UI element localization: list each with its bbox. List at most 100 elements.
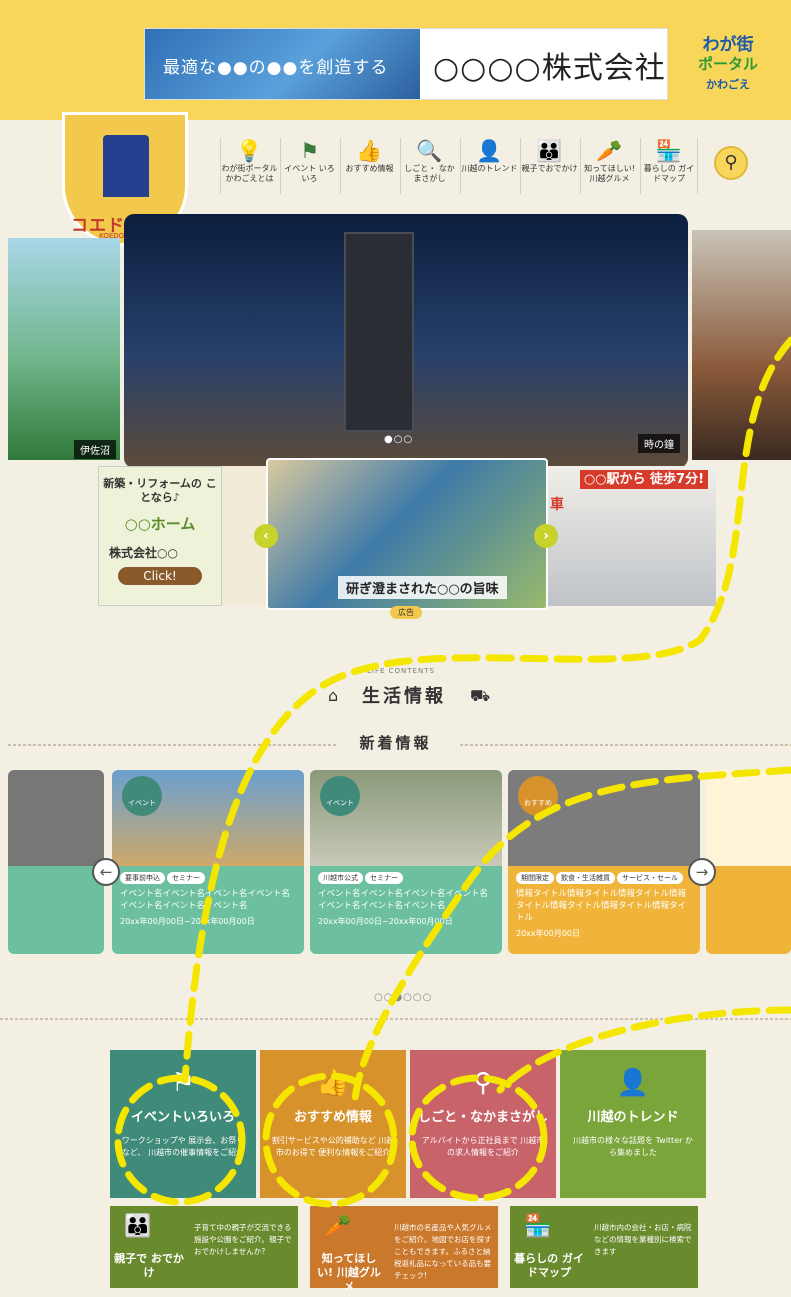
shop-icon: 🏪 bbox=[655, 139, 683, 163]
tile-title: 川越のトレンド bbox=[587, 1110, 679, 1125]
person-icon: 👤 bbox=[476, 139, 503, 163]
flag-icon: ⚑ bbox=[171, 1068, 195, 1098]
lightbulb-icon: 💡 bbox=[236, 139, 263, 163]
ad-car-station: ○○駅から 徒歩7分! bbox=[579, 470, 708, 489]
nav-jobs[interactable]: 🔍 しごと・ なかまさがし bbox=[400, 138, 458, 194]
ad-prev-button[interactable]: ‹ bbox=[254, 524, 278, 548]
card-body: 川越市公式 セミナー イベント名イベント名イベント名イベント名イベント名イベント名… bbox=[310, 866, 502, 954]
card-image bbox=[706, 770, 791, 866]
tile-gourmet[interactable]: 🥕 知ってほしい! 川越グルメ 川越市の名産品や人気グルメをご紹介。地図でお店を… bbox=[310, 1206, 498, 1293]
tile-desc: 割引サービスや公的補助など 川越市のお得で 便利な情報をご紹介 bbox=[271, 1136, 395, 1157]
news-card[interactable]: イベント 要事前申込 セミナー イベント名イベント名イベント名イベント名イベント名… bbox=[112, 770, 304, 954]
tile-jobs[interactable]: ⚲ しごと・なかまさがし アルバイトから正社員まで 川越市の求人情報をご紹介 bbox=[410, 1050, 556, 1198]
ad-click-button[interactable]: Click! bbox=[118, 567, 202, 585]
house-icon: ⌂ bbox=[328, 686, 339, 705]
card-badge: イベント bbox=[122, 776, 162, 816]
thumbs-up-icon: 👍 bbox=[356, 139, 383, 163]
hero-slide-prev[interactable]: 伊佐沼 bbox=[8, 238, 120, 460]
tile-recommend[interactable]: 👍 おすすめ情報 割引サービスや公的補助など 川越市のお得で 便利な情報をご紹介 bbox=[260, 1050, 406, 1198]
nav-label: 暮らしの ガイドマップ bbox=[643, 164, 695, 183]
chevron-right-icon: › bbox=[543, 528, 549, 544]
card-body: 要事前申込 セミナー イベント名イベント名イベント名イベント名イベント名イベント名… bbox=[112, 866, 304, 954]
family-icon: 👪 bbox=[536, 139, 563, 163]
banner-company: ○○○○株式会社 bbox=[433, 51, 666, 86]
nav-events[interactable]: ⚑ イベント いろいろ bbox=[280, 138, 338, 194]
card-title: イベント名イベント名イベント名イベント名イベント名イベント名イベント名 bbox=[318, 889, 489, 911]
news-prev-button[interactable]: ← bbox=[92, 858, 120, 886]
shop-icon: 🏪 bbox=[524, 1214, 552, 1239]
news-card-partial[interactable] bbox=[8, 770, 104, 954]
portal-logo-line3: かわごえ bbox=[706, 78, 750, 91]
ad-next-button[interactable]: › bbox=[534, 524, 558, 548]
nav-label: おすすめ情報 bbox=[345, 164, 394, 173]
nav-label: イベント いろいろ bbox=[284, 164, 335, 183]
tile-family[interactable]: 👪 親子で おでかけ 子育て中の親子が交流できる施設や公園をご紹介。親子でおでか… bbox=[110, 1206, 298, 1288]
portal-logo-line1: わが街 bbox=[702, 35, 754, 55]
tile-title: しごと・なかまさがし bbox=[417, 1110, 548, 1125]
tile-title: 親子で おでかけ bbox=[114, 1252, 184, 1279]
nav-about[interactable]: 💡 わが街ポータル かわごえとは bbox=[220, 138, 278, 194]
card-tag: サービス・セール bbox=[617, 872, 683, 884]
nav-family[interactable]: 👪 親子でおでかけ bbox=[520, 138, 578, 194]
search-button[interactable]: ⚲ bbox=[714, 146, 748, 180]
divider bbox=[0, 1018, 791, 1020]
news-card[interactable]: イベント 川越市公式 セミナー イベント名イベント名イベント名イベント名イベント名… bbox=[310, 770, 502, 954]
section-title: 生活情報 bbox=[362, 686, 446, 707]
card-tag: 川越市公式 bbox=[318, 872, 363, 884]
bell-tower-image bbox=[344, 232, 414, 432]
nav-label: しごと・ なかまさがし bbox=[404, 164, 455, 183]
card-title: 情報タイトル情報タイトル情報タイトル情報タイトル情報タイトル情報タイトル情報タイ… bbox=[516, 889, 687, 923]
carrot-icon: 🥕 bbox=[596, 139, 623, 163]
nav-gourmet[interactable]: 🥕 知ってほしい! 川越グルメ bbox=[580, 138, 638, 194]
hero-slide-next[interactable] bbox=[692, 230, 791, 460]
card-badge: イベント bbox=[320, 776, 360, 816]
hero-pagination[interactable]: ●○○ bbox=[384, 434, 413, 445]
portal-logo[interactable]: わが街 ポータル かわごえ bbox=[688, 30, 768, 100]
divider bbox=[8, 744, 338, 746]
card-tag: セミナー bbox=[365, 872, 403, 884]
ad-left[interactable]: 新築・リフォームの ことなら♪ ○○ホーム 株式会社○○ Click! bbox=[98, 466, 222, 606]
news-heading-text: 新着情報 bbox=[349, 734, 442, 752]
card-date: 20xx年00月00日~20xx年00月00日 bbox=[318, 917, 453, 926]
thumbs-up-icon: 👍 bbox=[316, 1068, 350, 1098]
news-next-button[interactable]: → bbox=[688, 858, 716, 886]
card-body: 期間限定 飲食・生活雑貨 サービス・セール 情報タイトル情報タイトル情報タイトル情報… bbox=[508, 866, 700, 954]
card-body bbox=[8, 866, 104, 954]
person-icon: 👤 bbox=[616, 1068, 650, 1098]
tile-trend[interactable]: 👤 川越のトレンド 川越市の様々な話題を Twitter から集めました bbox=[560, 1050, 706, 1198]
ad-main[interactable]: 研ぎ澄まされた○○の旨味 bbox=[266, 458, 548, 610]
ad-right[interactable]: 車 ○○駅から 徒歩7分! bbox=[548, 466, 716, 606]
nav-guidemap[interactable]: 🏪 暮らしの ガイドマップ bbox=[640, 138, 698, 194]
card-tag: 要事前申込 bbox=[120, 872, 165, 884]
nav-label: わが街ポータル かわごえとは bbox=[221, 164, 278, 183]
magnifier-icon: ⚲ bbox=[473, 1068, 493, 1098]
tile-desc: 子育て中の親子が交流できる施設や公園をご紹介。親子でおでかけしませんか? bbox=[194, 1223, 292, 1256]
card-body bbox=[706, 866, 791, 954]
ad-car-label: 車 bbox=[550, 497, 564, 513]
ad-left-company: 株式会社○○ bbox=[109, 546, 178, 560]
tile-events[interactable]: ⚑ イベントいろいろ ワークショップや 展示会、お祭りなど、 川越市の催事情報を… bbox=[110, 1050, 256, 1198]
tile-title: おすすめ情報 bbox=[293, 1110, 372, 1125]
tile-desc: 川越市の様々な話題を Twitter から集めました bbox=[573, 1136, 693, 1157]
news-card[interactable]: おすすめ 期間限定 飲食・生活雑貨 サービス・セール 情報タイトル情報タイトル情報タ… bbox=[508, 770, 700, 954]
card-date: 20xx年00月00日~20xx年00月00日 bbox=[120, 917, 255, 926]
search-icon: ⚲ bbox=[724, 152, 738, 173]
tile-desc: ワークショップや 展示会、お祭りなど、 川越市の催事情報をご紹介 bbox=[121, 1136, 245, 1157]
tile-desc: 川越市の名産品や人気グルメをご紹介。地図でお店を探すこともできます。ふるさと納税… bbox=[394, 1223, 492, 1280]
card-tag: セミナー bbox=[167, 872, 205, 884]
card-badge: おすすめ bbox=[518, 776, 558, 816]
news-pagination[interactable]: ○○●○○○ bbox=[374, 992, 432, 1003]
tile-desc: 川越市内の会社・お店・病院などの情報を業種別に検索できます bbox=[594, 1223, 692, 1256]
arrow-right-icon: → bbox=[695, 863, 709, 881]
hero-caption: 伊佐沼 bbox=[74, 440, 116, 459]
news-card-partial[interactable] bbox=[706, 770, 791, 954]
nav-recommend[interactable]: 👍 おすすめ情報 bbox=[340, 138, 398, 194]
nav-trend[interactable]: 👤 川越のトレンド bbox=[460, 138, 518, 194]
card-date: 20xx年00月00日 bbox=[516, 929, 581, 938]
card-title: イベント名イベント名イベント名イベント名イベント名イベント名イベント名 bbox=[120, 889, 291, 911]
nav-label: 親子でおでかけ bbox=[521, 164, 578, 173]
bell-tower-icon bbox=[103, 135, 149, 197]
hero-slide-main[interactable]: 時の鐘 bbox=[124, 214, 688, 468]
tile-guidemap[interactable]: 🏪 暮らしの ガイドマップ 川越市内の会社・お店・病院などの情報を業種別に検索で… bbox=[510, 1206, 698, 1288]
ad-banner[interactable]: 最適な●●の●●を創造する ○○○○株式会社 bbox=[144, 28, 668, 100]
